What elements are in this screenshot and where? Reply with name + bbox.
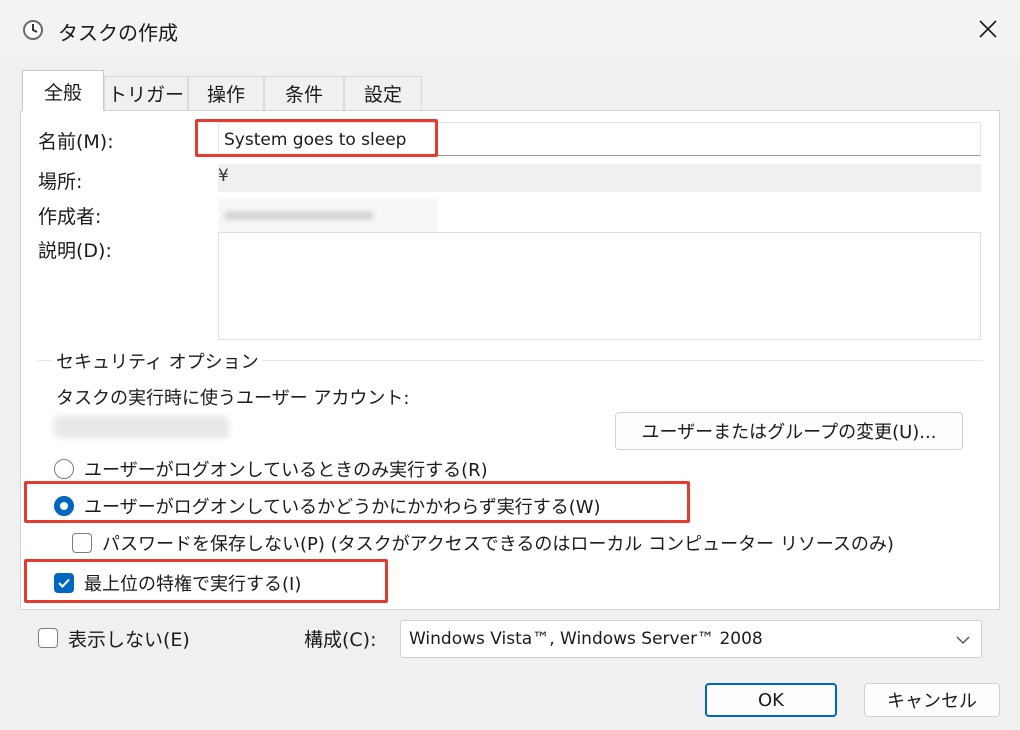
close-icon <box>979 20 997 38</box>
configure-select[interactable]: Windows Vista™, Windows Server™ 2008 <box>400 620 982 658</box>
tab-actions[interactable]: 操作 <box>188 76 264 110</box>
name-field[interactable] <box>218 122 981 156</box>
highest-privileges-label: 最上位の特権で実行する(I) <box>84 574 302 595</box>
radio-logged-on-only-label: ユーザーがログオンしているときのみ実行する(R) <box>84 460 488 481</box>
chevron-down-icon <box>956 636 970 645</box>
description-field[interactable] <box>218 232 981 340</box>
cancel-button[interactable]: キャンセル <box>864 683 1000 717</box>
radio-whether-logged-on-label: ユーザーがログオンしているかどうかにかかわらず実行する(W) <box>84 497 601 518</box>
tab-general[interactable]: 全般 <box>22 70 104 111</box>
name-label: 名前(M): <box>38 131 114 153</box>
clock-icon <box>22 19 44 41</box>
close-button[interactable] <box>956 0 1020 58</box>
window-title: タスクの作成 <box>58 21 178 45</box>
hidden-label: 表示しない(E) <box>68 629 190 651</box>
radio-whether-logged-on[interactable] <box>54 496 74 516</box>
tab-settings[interactable]: 設定 <box>344 76 422 110</box>
security-group-title: セキュリティ オプション <box>52 348 263 374</box>
account-label: タスクの実行時に使うユーザー アカウント: <box>56 388 410 409</box>
no-password-label: パスワードを保存しない(P) (タスクがアクセスできるのはローカル コンピュータ… <box>102 534 894 555</box>
checkmark-icon <box>58 578 70 588</box>
location-value: ¥ <box>218 166 229 186</box>
radio-logged-on-only[interactable] <box>54 459 74 479</box>
description-label: 説明(D): <box>38 240 112 262</box>
configure-value: Windows Vista™, Windows Server™ 2008 <box>409 629 763 649</box>
redacted-author <box>224 211 374 220</box>
change-user-button[interactable]: ユーザーまたはグループの変更(U)... <box>615 412 963 450</box>
author-label: 作成者: <box>38 206 102 228</box>
no-password-checkbox[interactable] <box>72 533 92 553</box>
ok-button[interactable]: OK <box>705 683 837 717</box>
location-label: 場所: <box>38 171 83 193</box>
title-bar: タスクの作成 <box>0 0 1020 58</box>
location-field: ¥ <box>218 164 981 192</box>
hidden-checkbox[interactable] <box>38 628 58 648</box>
tab-triggers[interactable]: トリガー <box>104 76 188 110</box>
name-input[interactable] <box>224 128 964 152</box>
redacted-account <box>54 416 229 438</box>
configure-label: 構成(C): <box>304 629 377 651</box>
highest-privileges-checkbox[interactable] <box>54 573 74 593</box>
author-field <box>218 198 438 232</box>
tab-conditions[interactable]: 条件 <box>264 76 344 110</box>
